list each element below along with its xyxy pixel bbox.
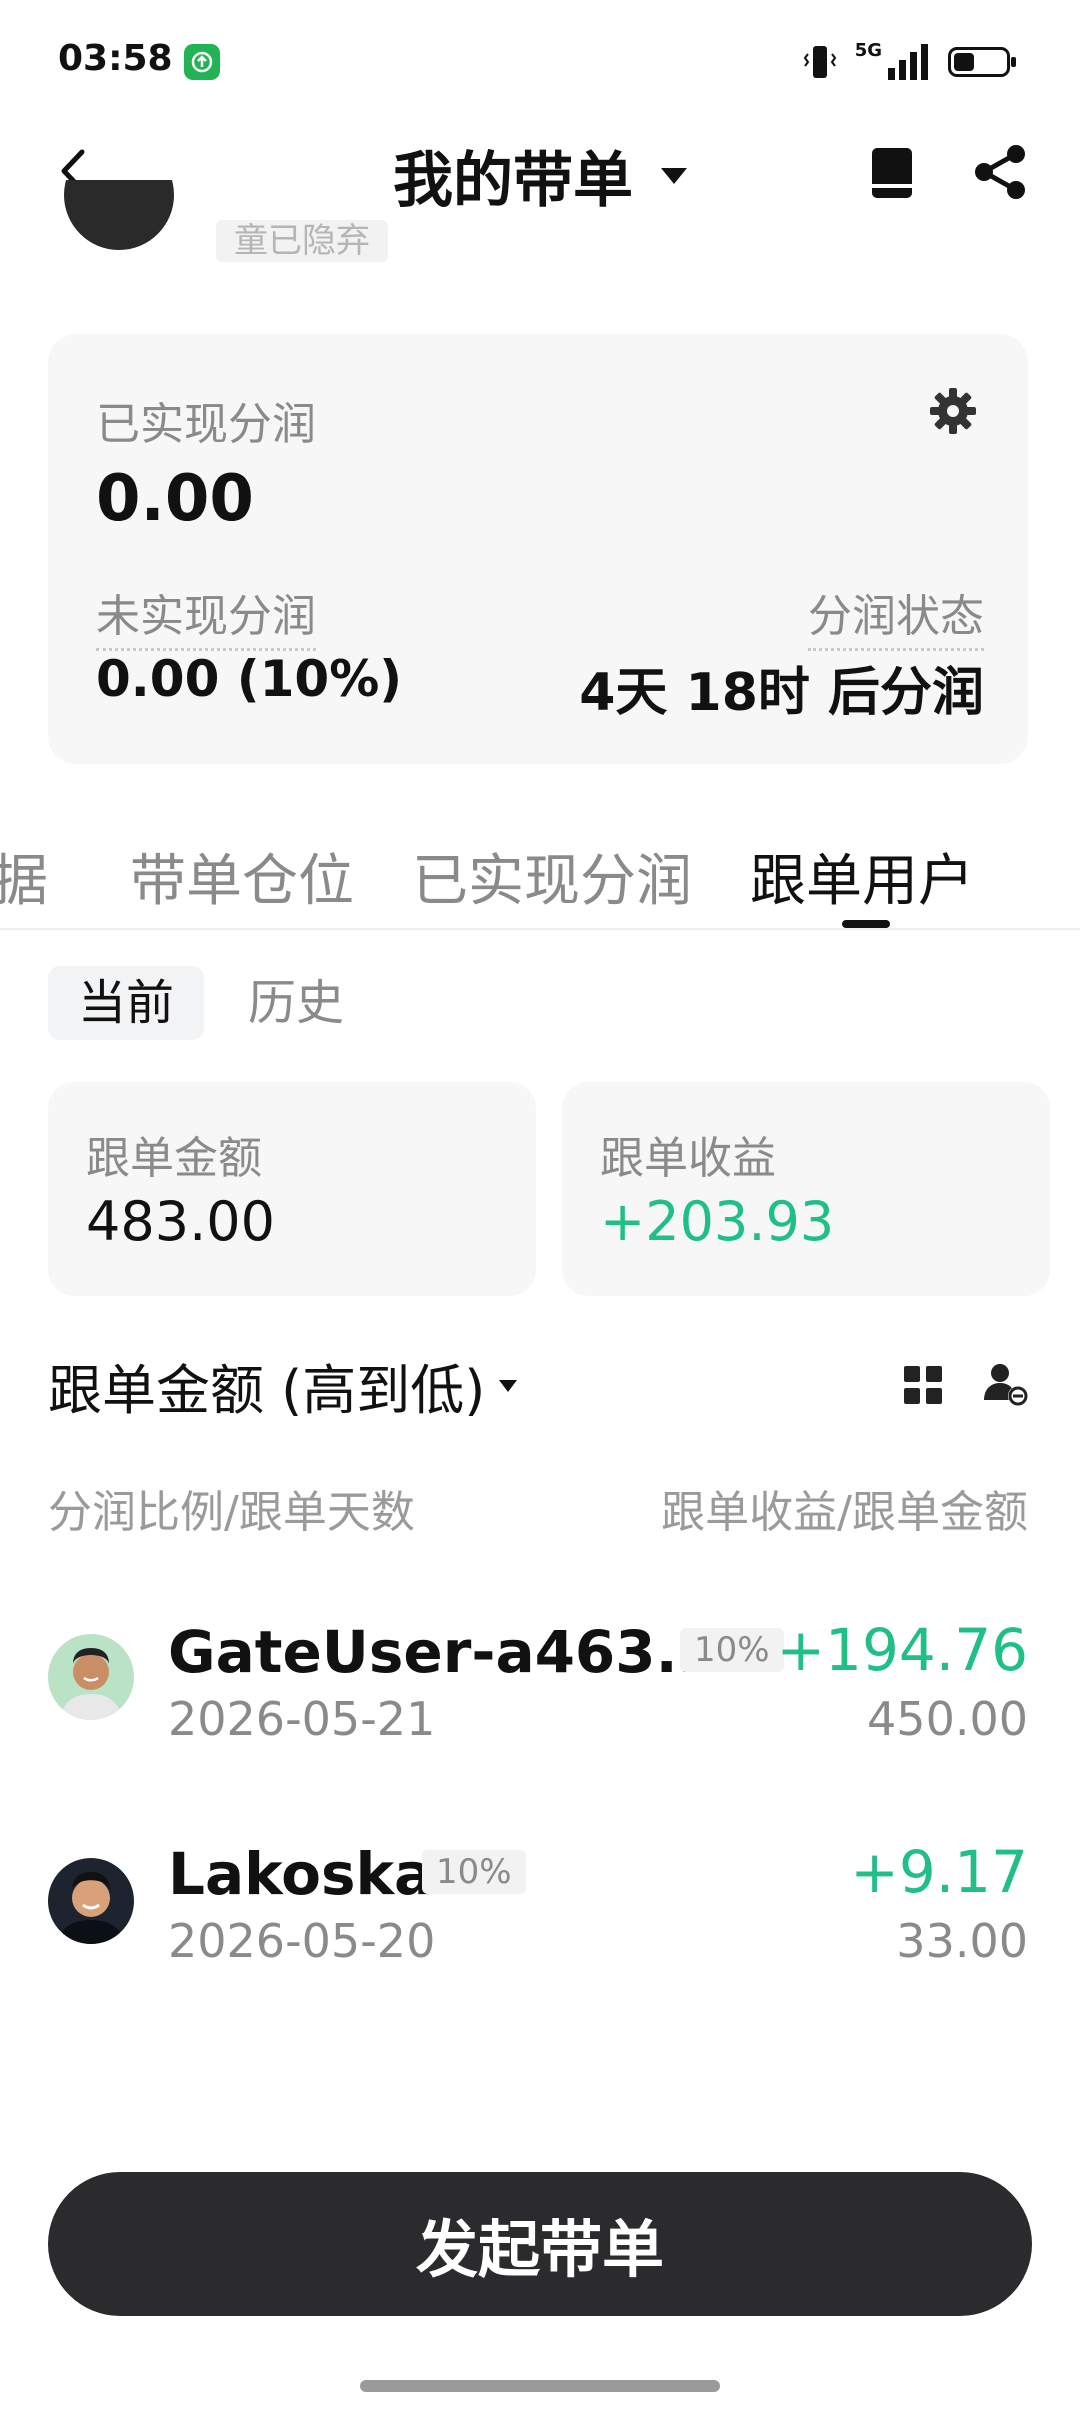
- tab-followers[interactable]: 跟单用户: [750, 836, 974, 917]
- page-title: 我的带单: [393, 146, 633, 216]
- gear-icon: [930, 388, 976, 434]
- follower-profit: +9.17: [850, 1838, 1028, 1906]
- subtab-current[interactable]: 当前: [48, 966, 205, 1040]
- share-ratio-badge: 10%: [680, 1628, 784, 1672]
- network-label: 5G: [854, 40, 882, 61]
- follow-date: 2026-05-21: [168, 1692, 436, 1746]
- profit-status-label[interactable]: 分润状态: [808, 580, 984, 651]
- share-ratio-badge: 10%: [422, 1850, 526, 1894]
- grid-view-button[interactable]: [904, 1366, 942, 1404]
- follow-amount-card: 跟单金额 483.00: [48, 1082, 536, 1296]
- avatar: [64, 180, 174, 252]
- follow-profit-card: 跟单收益 +203.93: [562, 1082, 1050, 1296]
- sort-dropdown[interactable]: 跟单金额 (高到低): [48, 1346, 518, 1425]
- follow-date: 2026-05-20: [168, 1914, 436, 1968]
- profile-tag: 童已隐弃: [216, 220, 388, 262]
- subtab-history[interactable]: 历史: [218, 966, 374, 1040]
- tab-positions[interactable]: 带单仓位: [130, 836, 354, 917]
- grid-icon: [904, 1366, 942, 1404]
- follower-name: Lakoska: [168, 1840, 434, 1908]
- book-icon: [872, 148, 912, 198]
- home-indicator[interactable]: [360, 2380, 720, 2392]
- unrealized-profit-value: 0.00 (10%): [96, 650, 403, 708]
- title-dropdown[interactable]: 我的带单: [393, 132, 687, 219]
- follow-amount-value: 483.00: [86, 1190, 275, 1253]
- remove-user-button[interactable]: [982, 1360, 1030, 1408]
- status-icons: 5G: [803, 40, 1016, 84]
- follow-profit-label: 跟单收益: [600, 1133, 776, 1184]
- signal-icon: [888, 44, 928, 80]
- avatar: [48, 1858, 134, 1944]
- caret-down-icon: [661, 167, 687, 184]
- follower-profit: +194.76: [776, 1616, 1028, 1684]
- realized-profit-value: 0.00: [96, 462, 254, 536]
- follower-amount: 450.00: [867, 1692, 1028, 1746]
- list-item[interactable]: Lakoska 10% 2026-05-20 +9.17 33.00: [0, 1822, 1080, 2022]
- app-notification-icon: [184, 44, 220, 80]
- column-header-ratio-days: 分润比例/跟单天数: [48, 1487, 415, 1538]
- realized-profit-label: 已实现分润: [96, 399, 316, 450]
- follow-profit-value: +203.93: [600, 1190, 835, 1253]
- book-button[interactable]: [868, 146, 916, 200]
- column-header-profit-amount: 跟单收益/跟单金额: [661, 1487, 1028, 1538]
- divider: [0, 928, 1080, 930]
- launch-copy-trade-button[interactable]: 发起带单: [48, 2172, 1032, 2316]
- settings-button[interactable]: [928, 386, 978, 436]
- unrealized-profit-label[interactable]: 未实现分润: [96, 580, 316, 651]
- status-time: 03:58: [58, 38, 173, 79]
- user-remove-icon: [984, 1364, 1028, 1406]
- tab-active-indicator: [842, 920, 890, 928]
- sort-label: 跟单金额 (高到低): [48, 1359, 486, 1422]
- share-button[interactable]: [970, 142, 1030, 202]
- battery-icon: [948, 47, 1016, 77]
- vibrate-icon: [803, 46, 836, 78]
- profit-status-value: 4天 18时 后分润: [579, 663, 984, 723]
- tab-data[interactable]: 数据: [0, 836, 48, 917]
- share-icon: [975, 145, 1025, 199]
- list-item[interactable]: GateUser-a463... 10% 2026-05-21 +194.76 …: [0, 1600, 1080, 1800]
- follow-amount-label: 跟单金额: [86, 1133, 262, 1184]
- follower-amount: 33.00: [896, 1914, 1028, 1968]
- tab-realized-profit[interactable]: 已实现分润: [412, 836, 692, 917]
- tab-bar: 数据 带单仓位 已实现分润 跟单用户: [0, 836, 1080, 928]
- avatar: [48, 1634, 134, 1720]
- follower-name: GateUser-a463...: [168, 1618, 722, 1686]
- caret-down-icon: [499, 1379, 518, 1392]
